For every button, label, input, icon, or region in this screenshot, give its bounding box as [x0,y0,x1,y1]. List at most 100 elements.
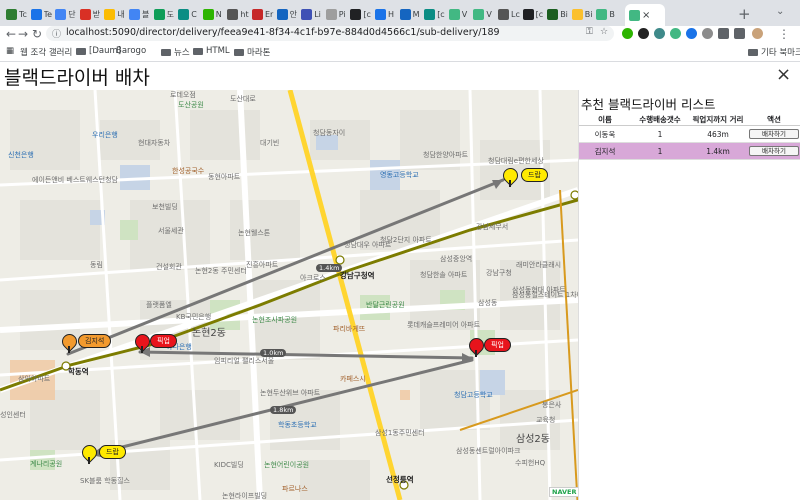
profile-avatar[interactable] [752,28,763,39]
pickup-marker-label[interactable]: 픽업 [484,338,511,352]
tab-title: B [609,9,615,19]
forward-icon[interactable]: → [18,26,28,42]
tab-title: Bi [584,9,593,19]
delivery-count: 1 [631,125,689,143]
browser-tab[interactable]: M [399,6,425,22]
route-distance-label: 1.0km [260,349,287,357]
map-label: 논현라이프빌딩 [222,492,268,500]
info-icon[interactable]: ⓘ [52,27,61,40]
browser-tab[interactable]: 도 [153,6,179,22]
tab-favicon-icon [547,8,559,20]
vue-devtools-icon[interactable] [670,28,681,39]
folder-icon [161,48,171,56]
bookmark-item[interactable]: 웹 조각 갤러리 [20,46,72,58]
browser-tab[interactable]: Tc [6,6,31,22]
browser-toolbar: ← → ↻ ⓘ localhost:5090/director/delivery… [0,26,800,42]
other-bookmarks[interactable]: 기타 북마크 [748,46,800,58]
active-browser-tab[interactable]: × [625,4,665,26]
reload-icon[interactable]: ↻ [32,26,42,42]
tab-title: Li [314,9,321,19]
map-label: 논현2동 [192,328,226,339]
table-row[interactable]: 이동욱 1 463m 배차하기 [579,125,800,143]
side-panel-icon[interactable] [734,28,745,39]
map-label: 학동초등학교 [278,421,317,429]
browser-tab[interactable]: [c [522,6,548,22]
extension-icon[interactable] [686,28,697,39]
map-label: 삼익아파트 [18,375,51,383]
extension-icon[interactable] [638,28,649,39]
drop-marker-label[interactable]: 드랍 [99,445,126,459]
delivery-count: 1 [631,142,689,160]
browser-tab[interactable]: 내 [104,6,129,22]
extension-icon[interactable] [622,28,633,39]
pickup-marker-label[interactable]: 픽업 [150,334,177,348]
browser-tab[interactable]: Er [252,6,277,22]
driver-name: 김지석 [579,142,631,160]
browser-tab[interactable]: 받 [79,6,105,22]
map-label: 논현2동 주민센터 [195,267,247,275]
browser-tab[interactable]: Lc [498,6,523,22]
browser-menu-icon[interactable]: ⋮ [778,26,790,42]
map-label: 삼성2동 [516,434,550,445]
url-text[interactable]: localhost:5090/director/delivery/feea9e4… [66,27,500,38]
apps-grid-icon[interactable]: ▦ [6,46,14,56]
close-icon[interactable]: × [776,64,791,85]
key-icon[interactable]: ⚿ [586,27,593,37]
browser-tab[interactable]: 단 [55,6,80,22]
browser-tab[interactable]: Bi [571,6,597,22]
extension-icon[interactable] [702,28,713,39]
new-tab-icon[interactable]: + [738,5,751,23]
bookmark-star-icon[interactable]: ☆ [600,27,608,37]
tab-close-icon[interactable]: × [642,10,650,21]
tab-search-icon[interactable]: ⌄ [776,6,784,17]
map-label: 도산공원 [178,101,204,109]
map-label: 청담한양아파트 [423,151,469,159]
browser-tab[interactable]: Pi [325,6,351,22]
address-bar[interactable]: ⓘ localhost:5090/director/delivery/feea9… [46,26,614,41]
map-label: 우리은행 [92,131,118,139]
bookmark-item[interactable]: HTML [193,46,230,56]
route-distance-label: 1.4km [316,264,343,272]
browser-tab[interactable]: ht [227,6,252,22]
browser-tab[interactable]: V [448,6,474,22]
browser-tab[interactable]: B [596,6,621,22]
tab-title: M [412,9,420,19]
extension-icon[interactable] [654,28,665,39]
browser-tab[interactable]: Bi [547,6,572,22]
assign-button[interactable]: 배차하기 [749,129,799,139]
tab-favicon-icon [350,8,362,20]
browser-tab[interactable]: [c [424,6,449,22]
browser-tab[interactable]: H [375,6,400,22]
browser-tab[interactable]: Te [30,6,56,22]
drop-marker-label[interactable]: 드랍 [521,168,548,182]
back-icon[interactable]: ← [6,26,16,42]
bookmark-item[interactable]: 마라톤 [234,46,270,58]
driver-marker-label[interactable]: 김지석 [78,334,112,348]
assign-button[interactable]: 배차하기 [749,146,799,156]
map-label: 동림 [90,261,103,269]
map-label: 카페스시 [340,375,366,383]
browser-tab[interactable]: V [473,6,498,22]
map-label: 삼성동 [478,299,498,307]
bookmark-item[interactable]: 뉴스 [161,46,190,58]
browser-tab[interactable]: Li [301,6,326,22]
map-label: 논현두산위브 아파트 [260,389,321,397]
route-distance-label: 1.8km [270,406,297,414]
delivery-map[interactable]: 로데오점 도산공원 도산대로 청담동자이 청담한양아파트 청담대림e편한세상 신… [0,90,578,500]
browser-tab[interactable]: 블 [129,6,154,22]
browser-tab[interactable]: [c [350,6,375,22]
extensions-puzzle-icon[interactable] [718,28,729,39]
tab-title: Tc [19,9,27,19]
map-label: 선정릉역 [386,475,414,484]
map-label: 삼성동힐스테이트 1차아파트 [512,291,578,299]
map-label: 청담한솔 아파트 [420,271,468,279]
browser-tab[interactable]: N [202,6,228,22]
browser-tab[interactable]: 안 [276,6,302,22]
table-row[interactable]: 김지석 1 1.4km 배차하기 [579,142,800,160]
bookmark-item[interactable]: [Daum] [76,46,121,56]
map-label: 청담대림e편한세상 [488,157,544,165]
browser-tab[interactable]: C [178,6,203,22]
map-label: 반달근린공원 [366,301,405,309]
map-label: 수피헌HQ [515,459,546,467]
bookmark-item[interactable]: Barogo [116,46,146,56]
